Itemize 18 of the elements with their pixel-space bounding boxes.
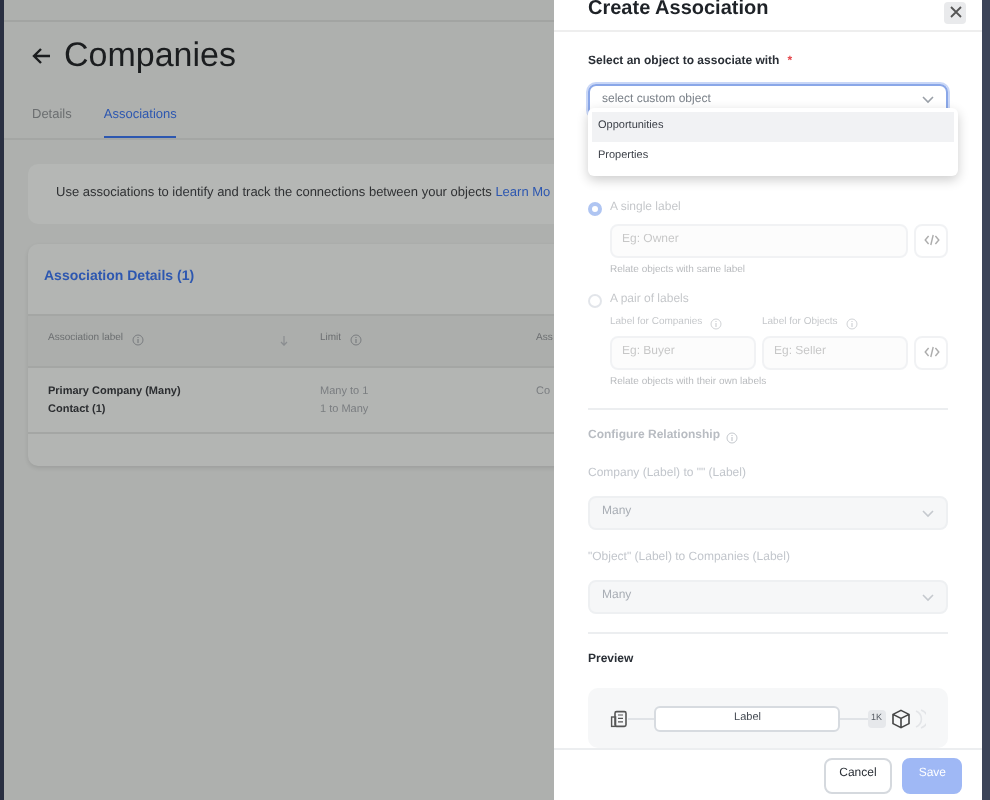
cube-icon [890, 707, 927, 730]
chevron-down-icon [922, 593, 934, 602]
building-icon [610, 709, 628, 728]
page-title: Companies [64, 34, 236, 78]
chevron-down-icon [922, 96, 934, 105]
info-icon [710, 317, 723, 330]
code-icon [923, 346, 939, 359]
code-button[interactable] [914, 335, 948, 370]
info-icon [349, 334, 362, 346]
info-icon [131, 334, 144, 346]
code-icon [923, 234, 939, 247]
info-icon [845, 317, 858, 330]
info-icon [726, 431, 738, 444]
chevron-down-icon [922, 509, 934, 518]
code-button[interactable] [914, 223, 948, 258]
back-button[interactable] [32, 45, 52, 66]
close-icon [949, 6, 961, 19]
close-button[interactable] [944, 1, 966, 24]
